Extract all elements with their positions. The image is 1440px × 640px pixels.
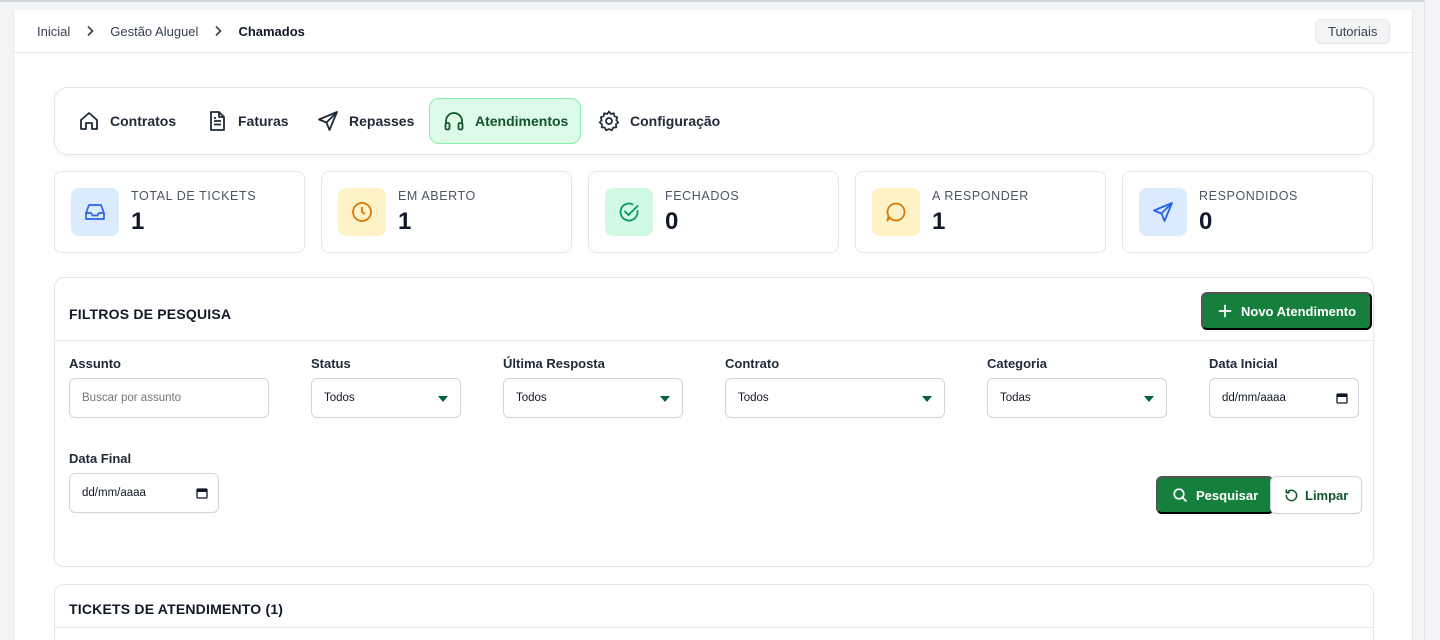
tab-repasses[interactable]: Repasses: [304, 98, 426, 144]
chat-bubble-icon: [886, 202, 906, 222]
stat-card-answered: RESPONDIDOS 0: [1122, 171, 1373, 253]
tickets-header: TICKETS DE ATENDIMENTO (1): [55, 585, 1373, 628]
new-ticket-button[interactable]: Novo Atendimento: [1201, 292, 1373, 330]
subject-input[interactable]: [69, 378, 269, 418]
caret-down-icon: [438, 396, 448, 402]
plus-icon: [1218, 304, 1232, 318]
send-icon: [318, 111, 338, 131]
check-circle-icon: [619, 202, 639, 222]
caret-down-icon: [922, 396, 932, 402]
chevron-right-icon: [206, 23, 230, 39]
category-select[interactable]: Todas: [987, 378, 1167, 418]
clock-icon: [352, 202, 372, 222]
stat-value: 1: [398, 208, 412, 235]
tab-faturas[interactable]: Faturas: [193, 98, 301, 144]
filters-title: FILTROS DE PESQUISA: [69, 306, 232, 322]
search-icon: [1173, 488, 1187, 502]
last-reply-value: Todos: [516, 392, 547, 404]
stat-label: EM ABERTO: [398, 189, 476, 203]
breadcrumb-home[interactable]: Inicial: [37, 24, 70, 39]
last-reply-select[interactable]: Todos: [503, 378, 683, 418]
search-filters-panel: FILTROS DE PESQUISA Novo Atendimento Ass…: [54, 277, 1374, 567]
stat-value: 0: [1199, 208, 1213, 235]
category-label: Categoria: [987, 356, 1047, 371]
tab-label: Configuração: [630, 113, 721, 129]
category-value: Todas: [1000, 392, 1031, 404]
clear-button[interactable]: Limpar: [1270, 476, 1363, 514]
subject-label: Assunto: [69, 356, 121, 371]
tab-label: Faturas: [238, 113, 289, 129]
breadcrumb: Inicial Gestão Aluguel Chamados: [37, 23, 305, 39]
tab-atendimentos[interactable]: Atendimentos: [429, 98, 582, 144]
calendar-icon[interactable]: [1336, 392, 1348, 404]
main-panel: Inicial Gestão Aluguel Chamados Tutoriai…: [13, 10, 1413, 640]
end-date-value: dd/mm/aaaa: [82, 487, 146, 499]
stat-icon-box: [605, 188, 653, 236]
stat-icon-box: [872, 188, 920, 236]
stat-card-closed: FECHADOS 0: [588, 171, 839, 253]
stat-icon-box: [338, 188, 386, 236]
stat-icon-box: [71, 188, 119, 236]
new-ticket-label: Novo Atendimento: [1241, 303, 1357, 319]
end-date-label: Data Final: [69, 451, 132, 466]
chevron-right-icon: [78, 23, 102, 39]
status-select[interactable]: Todos: [311, 378, 461, 418]
status-value: Todos: [324, 392, 355, 404]
last-reply-label: Última Resposta: [503, 356, 605, 371]
status-label: Status: [311, 356, 351, 371]
tab-label: Repasses: [349, 113, 415, 129]
search-button[interactable]: Pesquisar: [1156, 476, 1275, 514]
contract-select[interactable]: Todos: [725, 378, 945, 418]
scrollbar-gutter[interactable]: [1424, 0, 1440, 640]
clear-label: Limpar: [1305, 487, 1349, 503]
document-icon: [210, 111, 225, 131]
reset-icon: [1285, 488, 1298, 501]
filters-header: FILTROS DE PESQUISA Novo Atendimento: [55, 278, 1373, 341]
tutorials-button[interactable]: Tutoriais: [1315, 19, 1391, 44]
send-icon: [1153, 202, 1173, 222]
calendar-icon[interactable]: [196, 487, 208, 499]
module-tabs: Contratos Faturas Repasses Atendimentos …: [54, 87, 1374, 155]
stat-value: 0: [665, 208, 679, 235]
start-date-label: Data Inicial: [1209, 356, 1278, 371]
stat-card-to-answer: A RESPONDER 1: [855, 171, 1106, 253]
stat-card-open: EM ABERTO 1: [321, 171, 572, 253]
tab-contratos[interactable]: Contratos: [65, 98, 188, 144]
top-shade: [0, 0, 1440, 2]
contract-value: Todos: [738, 392, 769, 404]
tab-configuracao[interactable]: Configuração: [585, 98, 732, 144]
gear-icon: [598, 110, 620, 132]
breadcrumb-gestao-aluguel[interactable]: Gestão Aluguel: [110, 24, 198, 39]
stat-label: RESPONDIDOS: [1199, 189, 1298, 203]
start-date-input[interactable]: dd/mm/aaaa: [1209, 378, 1359, 418]
tab-label: Contratos: [110, 113, 177, 129]
stat-card-total: TOTAL DE TICKETS 1: [54, 171, 305, 253]
stat-value: 1: [131, 208, 145, 235]
breadcrumb-current: Chamados: [238, 23, 305, 39]
search-label: Pesquisar: [1196, 487, 1259, 503]
caret-down-icon: [1144, 396, 1154, 402]
tickets-title: TICKETS DE ATENDIMENTO (1): [69, 601, 284, 617]
stat-label: TOTAL DE TICKETS: [131, 189, 257, 203]
inbox-icon: [85, 204, 105, 220]
caret-down-icon: [660, 396, 670, 402]
tickets-panel: TICKETS DE ATENDIMENTO (1): [54, 584, 1374, 640]
headphones-icon: [444, 112, 464, 131]
stat-icon-box: [1139, 188, 1187, 236]
tab-label: Atendimentos: [475, 113, 569, 129]
contract-label: Contrato: [725, 356, 780, 371]
end-date-input[interactable]: dd/mm/aaaa: [69, 473, 219, 513]
stat-label: A RESPONDER: [932, 189, 1029, 203]
home-icon: [80, 112, 98, 130]
top-bar: Inicial Gestão Aluguel Chamados Tutoriai…: [14, 10, 1412, 53]
stat-label: FECHADOS: [665, 189, 740, 203]
stat-value: 1: [932, 208, 946, 235]
start-date-value: dd/mm/aaaa: [1222, 392, 1286, 404]
